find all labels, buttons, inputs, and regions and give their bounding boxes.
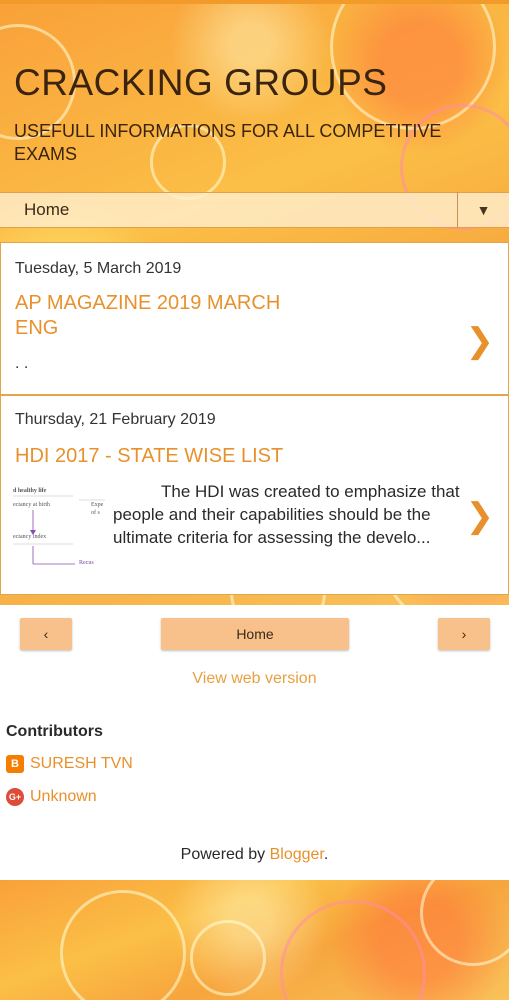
powered-by: Powered by Blogger.	[0, 846, 509, 864]
contributor-name[interactable]: Unknown	[30, 788, 97, 806]
blogger-link[interactable]: Blogger	[270, 846, 324, 863]
chevron-right-icon[interactable]: ❯	[466, 496, 495, 536]
post-title[interactable]: HDI 2017 - STATE WISE LIST	[15, 444, 283, 469]
nav-home-link[interactable]: Home	[0, 200, 457, 220]
contributor-item[interactable]: G+ Unknown	[6, 788, 97, 806]
header-background: CRACKING GROUPS USEFULL INFORMATIONS FOR…	[0, 0, 509, 605]
newer-posts-button[interactable]: ‹	[20, 618, 72, 650]
chevron-right-icon[interactable]: ❯	[466, 321, 495, 361]
decorative-swirl	[280, 900, 426, 1000]
blogger-icon: B	[6, 755, 24, 773]
post-card[interactable]: Thursday, 21 February 2019 HDI 2017 - ST…	[0, 395, 509, 595]
post-snippet: . .	[15, 355, 29, 372]
contributor-item[interactable]: B SURESH TVN	[6, 755, 133, 773]
contributors-heading: Contributors	[6, 723, 103, 740]
page-nav: Home ▼	[0, 192, 509, 228]
powered-prefix: Powered by	[180, 846, 270, 863]
pager-home-button[interactable]: Home	[161, 618, 349, 650]
site-title[interactable]: CRACKING GROUPS	[14, 60, 489, 106]
site-description: USEFULL INFORMATIONS FOR ALL COMPETITIVE…	[14, 121, 442, 164]
decorative-swirl	[60, 890, 186, 1000]
footer-background	[0, 880, 509, 1000]
view-web-version-link[interactable]: View web version	[0, 670, 509, 688]
dropdown-arrow-icon[interactable]: ▼	[457, 192, 509, 228]
decorative-swirl	[420, 880, 509, 966]
post-title[interactable]: AP MAGAZINE 2019 MARCH ENG	[15, 291, 305, 341]
google-plus-icon: G+	[6, 788, 24, 806]
decorative-swirl	[190, 920, 266, 996]
contributor-name[interactable]: SURESH TVN	[30, 755, 133, 773]
diagram-lines-icon	[13, 495, 105, 565]
post-snippet: The HDI was created to emphasize that pe…	[113, 482, 460, 547]
blog-header: CRACKING GROUPS USEFULL INFORMATIONS FOR…	[14, 60, 489, 166]
post-thumbnail[interactable]: d healthy life Expe of s ectancy at birt…	[13, 488, 105, 574]
post-date: Thursday, 21 February 2019	[15, 411, 216, 428]
powered-suffix: .	[323, 846, 329, 863]
older-posts-button[interactable]: ›	[438, 618, 490, 650]
post-date: Tuesday, 5 March 2019	[15, 260, 182, 277]
post-card[interactable]: Tuesday, 5 March 2019 AP MAGAZINE 2019 M…	[0, 242, 509, 395]
